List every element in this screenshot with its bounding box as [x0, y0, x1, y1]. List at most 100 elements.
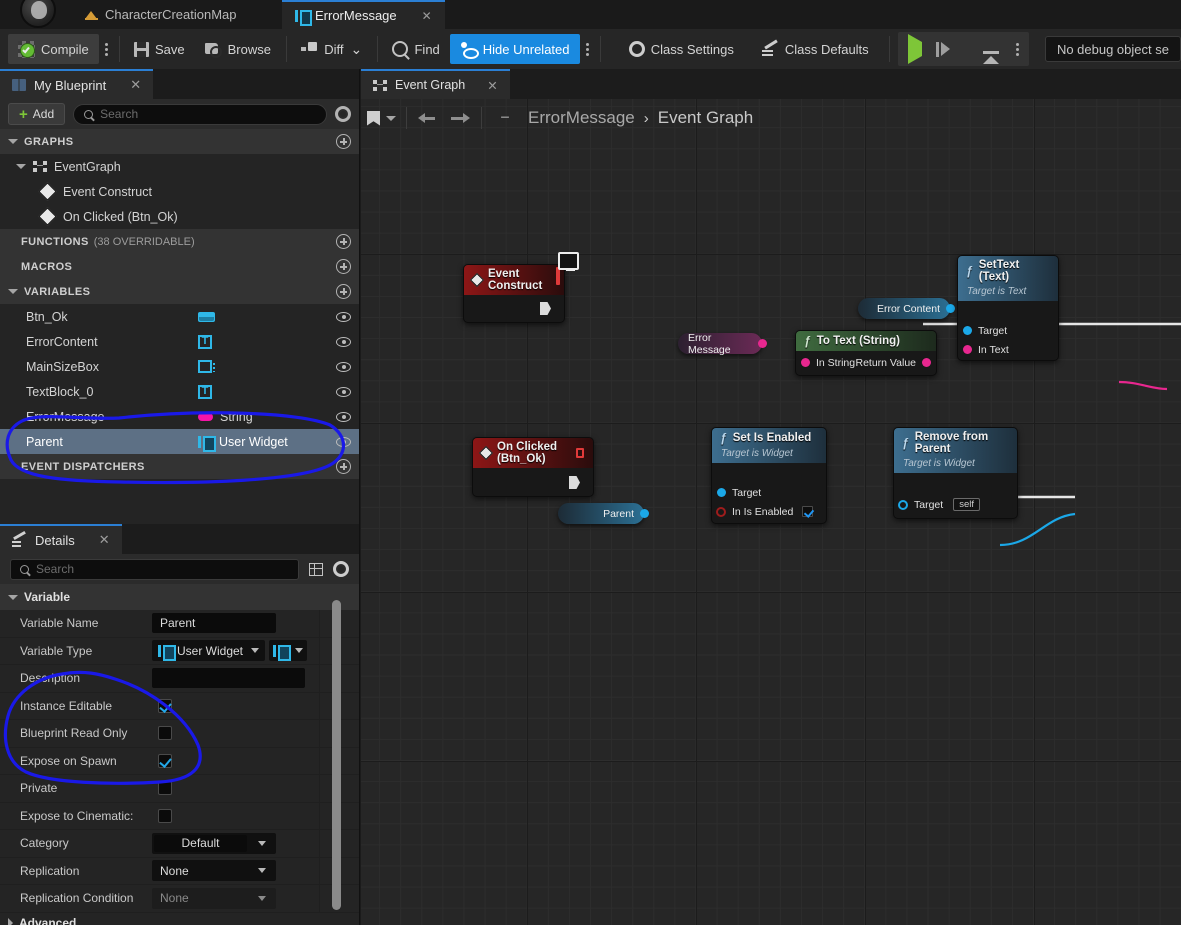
step-button[interactable] — [930, 41, 956, 57]
variable-row-errorcontent[interactable]: ErrorContent — [0, 329, 359, 354]
node-event-construct[interactable]: Event Construct — [463, 264, 565, 323]
add-event-dispatcher-icon[interactable] — [336, 459, 351, 474]
category-dropdown[interactable]: Default — [152, 832, 276, 854]
breadcrumb-leaf[interactable]: Event Graph — [658, 108, 753, 128]
visibility-eye-icon[interactable] — [336, 336, 351, 347]
chevron-down-icon[interactable]: ⌄ — [350, 41, 362, 58]
details-section-variable[interactable]: Variable — [0, 584, 359, 610]
window-tab-charactercreationmap[interactable]: CharacterCreationMap — [72, 0, 250, 29]
chevron-down-icon[interactable] — [8, 139, 18, 144]
variable-container-dropdown[interactable] — [269, 640, 307, 662]
node-get-parent[interactable]: Parent — [558, 503, 649, 524]
breadcrumb-root[interactable]: ErrorMessage — [528, 108, 635, 128]
node-get-error-content[interactable]: Error Content — [858, 298, 955, 319]
eject-button[interactable] — [974, 42, 1008, 64]
graph-canvas[interactable]: ErrorMessage › Event Graph Event Constru… — [361, 99, 1181, 925]
chevron-right-icon[interactable] — [8, 917, 13, 925]
tree-item-eventgraph[interactable]: EventGraph — [0, 154, 359, 179]
window-tab-errormessage[interactable]: ErrorMessage ✕ — [282, 0, 445, 29]
play-options-kebab-icon[interactable] — [1010, 34, 1025, 64]
visibility-eye-icon[interactable] — [336, 386, 351, 397]
close-icon[interactable]: ✕ — [99, 532, 110, 548]
variable-row-mainsizebox[interactable]: MainSizeBox — [0, 354, 359, 379]
output-pin-icon[interactable] — [758, 339, 767, 348]
add-button[interactable]: + Add — [8, 103, 66, 125]
save-button[interactable]: Save — [124, 34, 195, 64]
replication-condition-dropdown[interactable]: None — [152, 887, 276, 909]
navigate-forward-icon[interactable] — [447, 107, 471, 129]
navigate-back-icon[interactable] — [417, 107, 441, 129]
visibility-eye-icon[interactable] — [336, 361, 351, 372]
section-macros[interactable]: MACROS — [0, 254, 359, 279]
node-pin-return-value[interactable]: Return Value — [846, 354, 936, 371]
add-macro-icon[interactable] — [336, 259, 351, 274]
node-set-text[interactable]: ƒ SetText (Text) Target is Text Target I… — [957, 255, 1059, 361]
output-pin-icon[interactable] — [946, 304, 955, 313]
node-set-is-enabled[interactable]: ƒ Set Is Enabled Target is Widget Target… — [711, 427, 827, 524]
bookmark-icon[interactable] — [367, 110, 380, 126]
hide-unrelated-options-kebab-icon[interactable] — [580, 34, 595, 64]
blueprint-read-only-checkbox[interactable] — [158, 726, 172, 741]
details-columns-icon[interactable] — [309, 562, 323, 576]
variable-name-input[interactable]: Parent — [152, 613, 276, 634]
tab-my-blueprint[interactable]: My Blueprint ✕ — [0, 69, 154, 99]
hide-unrelated-button[interactable]: Hide Unrelated — [449, 34, 580, 64]
target-self-value[interactable]: self — [953, 498, 980, 511]
expose-on-spawn-checkbox[interactable] — [158, 753, 172, 768]
chevron-down-icon[interactable] — [8, 289, 18, 294]
node-on-clicked-btn-ok[interactable]: On Clicked (Btn_Ok) — [472, 437, 594, 497]
details-settings-gear-icon[interactable] — [333, 561, 349, 577]
add-variable-icon[interactable] — [336, 284, 351, 299]
section-functions[interactable]: FUNCTIONS (38 OVERRIDABLE) — [0, 229, 359, 254]
instance-editable-checkbox[interactable] — [158, 698, 172, 713]
node-event-construct-breakpoint-badge[interactable] — [556, 267, 560, 285]
chevron-down-icon[interactable] — [16, 164, 26, 169]
chevron-down-icon[interactable] — [8, 594, 18, 600]
compile-options-kebab-icon[interactable] — [99, 34, 114, 64]
node-pin-target[interactable]: Target — [712, 484, 770, 501]
close-icon[interactable]: ✕ — [130, 77, 141, 93]
in-is-enabled-checkbox[interactable] — [802, 506, 814, 517]
close-icon[interactable]: ✕ — [487, 78, 497, 93]
debug-object-selector[interactable]: No debug object se — [1044, 36, 1181, 62]
my-blueprint-search-input[interactable]: Search — [73, 103, 327, 125]
node-pin-exec-out[interactable] — [531, 300, 560, 317]
tab-event-graph[interactable]: Event Graph ✕ — [361, 69, 510, 99]
node-pin-in-text[interactable]: In Text — [958, 341, 1018, 358]
tree-item-on-clicked[interactable]: On Clicked (Btn_Ok) — [0, 204, 359, 229]
node-remove-from-parent[interactable]: ƒ Remove from Parent Target is Widget Ta… — [893, 427, 1018, 519]
variable-row-btn-ok[interactable]: Btn_Ok — [0, 304, 359, 329]
my-blueprint-settings-gear-icon[interactable] — [335, 106, 351, 122]
window-tab-close-icon[interactable]: ✕ — [422, 9, 432, 23]
variable-row-errormessage[interactable]: ErrorMessage String — [0, 404, 359, 429]
section-graphs[interactable]: GRAPHS — [0, 129, 359, 154]
output-pin-icon[interactable] — [640, 509, 649, 518]
find-button[interactable]: Find — [382, 34, 449, 64]
node-get-error-message[interactable]: Error Message — [678, 332, 767, 356]
tree-item-event-construct[interactable]: Event Construct — [0, 179, 359, 204]
visibility-eye-icon[interactable] — [336, 411, 351, 422]
add-function-icon[interactable] — [336, 234, 351, 249]
node-pin-target[interactable]: Target — [958, 322, 1016, 339]
browse-button[interactable]: Browse — [195, 34, 281, 64]
add-graph-icon[interactable] — [336, 134, 351, 149]
compile-button[interactable]: Compile — [8, 34, 99, 64]
node-pin-in-is-enabled[interactable]: In Is Enabled — [712, 503, 822, 520]
node-to-text-string[interactable]: ƒ To Text (String) In String Return Valu… — [795, 330, 937, 376]
node-pin-target[interactable]: Target self — [894, 496, 989, 513]
replication-dropdown[interactable]: None — [152, 860, 276, 882]
chevron-down-icon[interactable] — [386, 115, 396, 121]
expose-to-cinematics-checkbox[interactable] — [158, 808, 172, 823]
private-checkbox[interactable] — [158, 781, 172, 796]
diff-button[interactable]: Diff ⌄ — [291, 34, 372, 64]
node-pin-exec-out[interactable] — [560, 474, 589, 491]
variable-row-parent[interactable]: Parent User Widget — [0, 429, 359, 454]
class-defaults-button[interactable]: Class Defaults — [752, 34, 879, 64]
visibility-eye-icon[interactable] — [336, 436, 351, 447]
tab-details[interactable]: Details ✕ — [0, 524, 122, 554]
class-settings-button[interactable]: Class Settings — [619, 34, 744, 64]
details-scrollbar[interactable] — [332, 600, 341, 910]
description-input[interactable] — [152, 668, 305, 689]
play-button[interactable] — [902, 34, 928, 64]
section-variables[interactable]: VARIABLES — [0, 279, 359, 304]
